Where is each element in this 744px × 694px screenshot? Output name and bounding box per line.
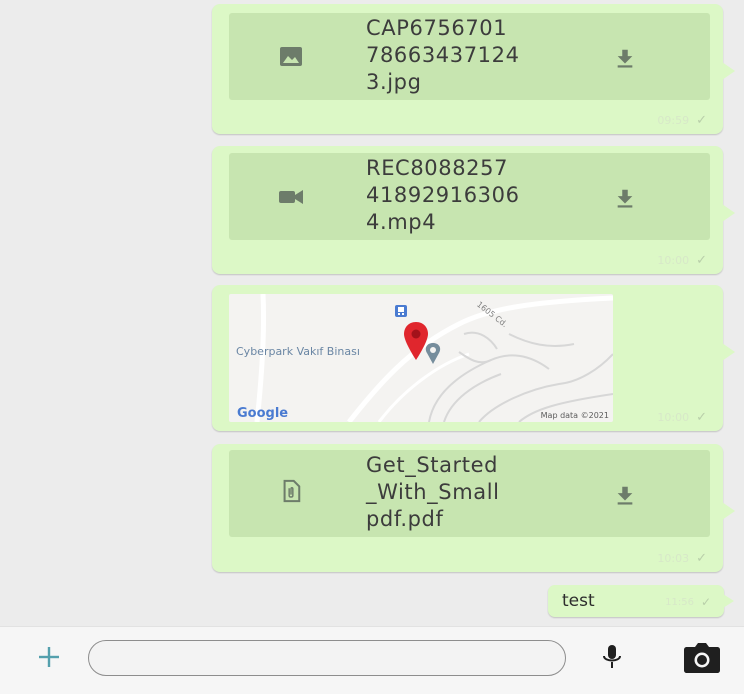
google-logo-text: Google xyxy=(237,406,289,421)
message-time: 09:59 xyxy=(657,114,690,127)
download-icon[interactable] xyxy=(614,187,636,209)
bubble-tail xyxy=(722,343,735,361)
message-meta: 09:59 ✓ xyxy=(657,113,707,128)
camera-icon[interactable] xyxy=(683,642,721,674)
message-meta: 10:00 ✓ xyxy=(657,253,707,268)
location-pin-icon xyxy=(404,322,428,360)
message-bubble-location[interactable]: Cyberpark Vakıf Binası 1605 Cd. Google M… xyxy=(212,285,735,431)
composer-bar xyxy=(0,626,744,694)
google-logo: Google xyxy=(237,406,288,421)
message-bubble-text[interactable]: test 11:56 ✓ xyxy=(548,585,734,617)
message-time: 10:00 xyxy=(657,411,690,424)
plus-icon[interactable] xyxy=(37,645,61,669)
message-text: test xyxy=(562,591,595,611)
check-icon: ✓ xyxy=(696,253,707,268)
message-time: 10:00 xyxy=(657,254,690,267)
file-name: REC8088257 41892916306 4.mp4 xyxy=(366,156,520,234)
bubble-tail xyxy=(722,204,735,222)
bubble-tail xyxy=(722,502,735,520)
message-meta: 10:00 ✓ xyxy=(657,410,707,425)
file-attachment-card[interactable]: Get_Started _With_Small pdf.pdf xyxy=(229,450,710,537)
message-time: 10:03 xyxy=(657,552,690,565)
message-meta: 11:56 ✓ xyxy=(665,595,711,609)
check-icon: ✓ xyxy=(696,410,707,425)
file-attachment-card[interactable]: REC8088257 41892916306 4.mp4 xyxy=(229,153,710,240)
message-meta: 10:03 ✓ xyxy=(657,551,707,566)
microphone-icon[interactable] xyxy=(601,643,623,671)
bubble-tail xyxy=(722,62,735,80)
bubble-tail xyxy=(723,594,734,608)
message-bubble-pdf-file[interactable]: Get_Started _With_Small pdf.pdf 10:03 ✓ xyxy=(212,444,735,572)
map-thumbnail[interactable]: Cyberpark Vakıf Binası 1605 Cd. Google M… xyxy=(229,294,613,422)
check-icon: ✓ xyxy=(696,113,707,128)
map-attribution: Map data ©2021 xyxy=(540,411,609,420)
download-icon[interactable] xyxy=(614,47,636,69)
download-icon[interactable] xyxy=(614,484,636,506)
image-icon xyxy=(280,47,302,66)
message-bubble-image-file[interactable]: CAP6756701 78663437124 3.jpg 09:59 ✓ xyxy=(212,4,735,134)
check-icon: ✓ xyxy=(696,551,707,566)
file-name: Get_Started _With_Small pdf.pdf xyxy=(366,453,500,531)
map-place-label: Cyberpark Vakıf Binası xyxy=(236,345,360,358)
message-input[interactable] xyxy=(88,640,566,676)
file-attachment-card[interactable]: CAP6756701 78663437124 3.jpg xyxy=(229,13,710,100)
video-icon xyxy=(279,190,303,204)
bus-stop-icon xyxy=(395,305,407,317)
chat-area[interactable]: CAP6756701 78663437124 3.jpg 09:59 ✓ REC… xyxy=(0,0,744,626)
message-time: 11:56 xyxy=(665,596,694,608)
file-name: CAP6756701 78663437124 3.jpg xyxy=(366,16,520,94)
check-icon: ✓ xyxy=(700,595,711,609)
message-bubble-video-file[interactable]: REC8088257 41892916306 4.mp4 10:00 ✓ xyxy=(212,146,735,274)
document-icon xyxy=(283,479,301,503)
